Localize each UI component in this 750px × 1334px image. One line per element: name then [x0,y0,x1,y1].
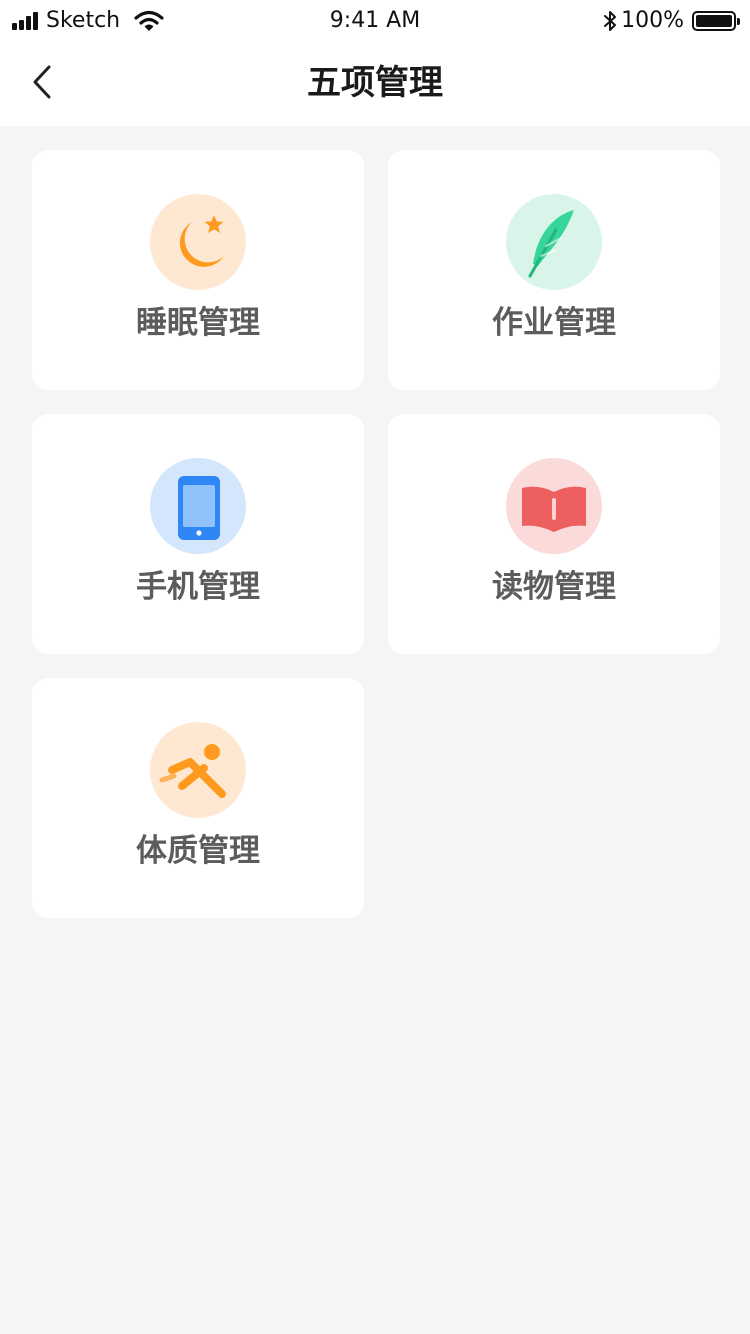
homework-management-card[interactable]: 作业管理 [388,150,720,390]
phone-management-card[interactable]: 手机管理 [32,414,364,654]
reading-management-card[interactable]: 读物管理 [388,414,720,654]
phone-icon [150,458,246,554]
battery-icon [692,11,740,31]
top-bar: Sketch 9:41 AM 100% 五项管理 [0,0,750,126]
moon-star-icon [150,194,246,290]
status-right: 100% [603,8,740,34]
book-icon [506,458,602,554]
runner-icon [150,722,246,818]
card-label: 读物管理 [492,569,616,605]
navigation-bar: 五项管理 [0,40,750,126]
bluetooth-icon [604,11,617,31]
card-label: 作业管理 [492,305,616,341]
status-bar: Sketch 9:41 AM 100% [0,0,750,40]
sleep-management-card[interactable]: 睡眠管理 [32,150,364,390]
page-title: 五项管理 [307,63,443,103]
feather-icon [506,194,602,290]
card-label: 睡眠管理 [136,305,260,341]
battery-percentage: 100% [621,8,684,33]
fitness-management-card[interactable]: 体质管理 [32,678,364,918]
card-label: 手机管理 [136,569,260,605]
card-label: 体质管理 [136,833,260,869]
